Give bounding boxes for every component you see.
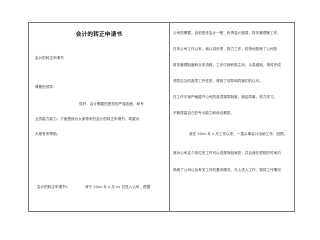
right-para2-line3: 熟悉了公司以及有关工作的基本情况，马上进入工作，现将工作情况 (173, 168, 281, 172)
right-line-6: 不断提高自己的专业能力和综合素质。 (173, 111, 235, 115)
left-para1-line1: 您好，会计需要的是您的严谨态度，和专 (79, 102, 144, 106)
left-para1-line2: 业的能力能力。下面是我为大家带来的会计的转正申请书，希望对 (35, 117, 140, 121)
left-para1-line3: 大家有所帮助。 (35, 132, 61, 136)
left-section-text: 我于 20xx 年 x 月 xx 日进入公司，根据 (85, 185, 151, 189)
left-section-heading: 会计的转正申请书1 (37, 185, 69, 189)
right-line-5: 在工作中我严格遵守公司的各项规章制度，团结同事，努力学习， (173, 95, 278, 99)
column-divider (169, 23, 170, 211)
right-line-4: 领导交办的各项工作任务，得到了领导和同事们的认可。 (173, 79, 263, 83)
application-form-table: 会计的转正申请书 会计的转正申请书 尊敬的领导： 您好，会计需要的是您的严谨态度… (28, 22, 295, 212)
right-line-1: 公司的需要，目前担任会计一职，负责会计核算、财务管理等工作。 (173, 31, 281, 35)
right-para2-line2: 我对公司这个岗位的工作可以说是驾轻就熟，并且我在很短的时间内 (173, 151, 281, 155)
right-para2-line1: 我在 20xx 年 x 月工作以来，一直从事会计出纳工作，回顾。 (189, 132, 288, 136)
left-greeting: 尊敬的领导： (35, 85, 57, 89)
document-title: 会计的转正申请书 (75, 32, 123, 38)
document-page: 会计的转正申请书 会计的转正申请书 尊敬的领导： 您好，会计需要的是您的严谨态度… (0, 0, 320, 226)
right-line-3: 财务管理制度和业务流程。工作中我积极主动，认真细致，按时完成 (173, 63, 281, 67)
left-subtitle: 会计的转正申请书 (35, 56, 64, 60)
right-line-2: 在本公司工作以来，我认真负责，努力工作，较快地熟悉了公司的 (173, 47, 278, 51)
